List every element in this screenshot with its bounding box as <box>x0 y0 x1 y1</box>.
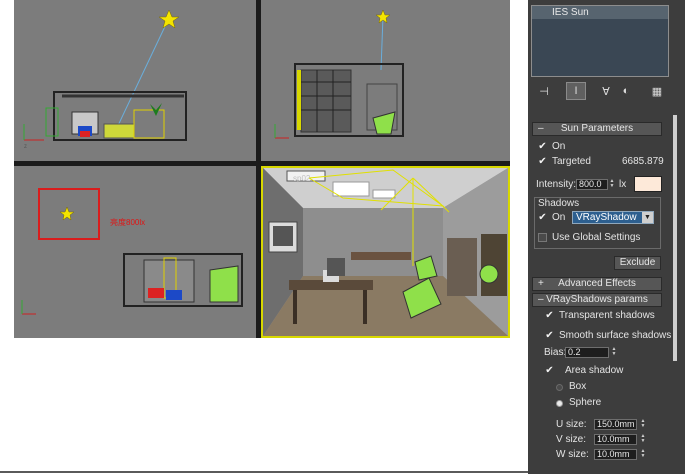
remove-modifier-icon[interactable]: ◐ <box>616 82 636 100</box>
viewport-left[interactable]: 亮度800lx <box>14 166 256 338</box>
viewport-area[interactable]: z 亮度800lx sp02 <box>14 0 510 338</box>
illuminance-annotation: 亮度800lx <box>110 218 146 227</box>
stack-toolbar: ⊣ I ∀ ◐ ▦ <box>532 82 668 102</box>
shadows-group-title: Shadows <box>538 198 580 209</box>
top-view-scene: z <box>23 9 187 150</box>
on-checkbox[interactable]: ✔ <box>538 142 547 152</box>
intensity-unit: lx <box>619 179 627 190</box>
command-panel: IES Sun ⊣ I ∀ ◐ ▦ – Sun Parameters ✔ On … <box>528 0 685 474</box>
perspective-render <box>263 168 508 336</box>
exclude-button[interactable]: Exclude <box>614 256 661 270</box>
intensity-input[interactable]: 800.0 <box>576 179 608 190</box>
u-size-spinner[interactable]: ▲ ▼ <box>640 419 646 430</box>
w-size-label: W size: <box>556 449 589 460</box>
panel-scrollbar[interactable] <box>673 115 677 361</box>
shadows-on-checkbox[interactable]: ✔ <box>538 213 547 223</box>
sun-light-icon <box>59 206 75 221</box>
area-shadow-label: Area shadow <box>565 365 624 376</box>
sun-parameters-rollout[interactable]: – Sun Parameters <box>532 122 662 136</box>
pin-stack-icon[interactable]: ⊣ <box>534 82 554 100</box>
target-distance: 6685.879 <box>622 156 664 167</box>
active-modifier-icon[interactable]: I <box>566 82 586 100</box>
rollout-title: Sun Parameters <box>560 123 634 134</box>
viewport-front[interactable] <box>261 0 510 161</box>
bias-input[interactable]: 0.2 <box>565 347 609 358</box>
viewport-perspective[interactable]: sp02 <box>261 166 510 338</box>
advanced-effects-rollout[interactable]: + Advanced Effects <box>532 277 662 291</box>
transparent-shadows-checkbox[interactable]: ✔ <box>545 311 554 321</box>
on-label: On <box>552 141 566 152</box>
box-label: Box <box>569 381 587 392</box>
chevron-down-icon[interactable]: ▼ <box>642 212 653 223</box>
w-size-spinner[interactable]: ▲ ▼ <box>640 449 646 460</box>
make-unique-icon[interactable]: ∀ <box>596 82 616 100</box>
sun-light-icon <box>158 9 180 29</box>
vrayshadows-params-rollout[interactable]: – VRayShadows params <box>532 293 662 307</box>
use-global-settings-label: Use Global Settings <box>552 232 641 243</box>
sphere-label: Sphere <box>569 397 602 408</box>
perspective-label: sp02 <box>293 174 311 183</box>
left-view-scene <box>21 188 243 315</box>
targeted-checkbox[interactable]: ✔ <box>538 157 547 167</box>
targeted-label: Targeted <box>552 156 591 167</box>
light-color-swatch[interactable] <box>634 176 662 192</box>
modifier-stack-list[interactable]: IES Sun <box>531 5 669 77</box>
intensity-label: Intensity: <box>536 179 577 190</box>
rollout-title: VRayShadows params <box>546 294 648 305</box>
u-size-label: U size: <box>556 419 587 430</box>
shadow-type-dropdown[interactable]: VRayShadow ▼ <box>572 211 654 224</box>
front-view-scene <box>274 9 404 139</box>
intensity-spinner[interactable]: ▲ ▼ <box>609 179 615 190</box>
divider-line <box>0 471 528 473</box>
w-size-input[interactable]: 10.0mm <box>594 449 637 460</box>
v-size-input[interactable]: 10.0mm <box>594 434 637 445</box>
v-size-label: V size: <box>556 434 587 445</box>
box-radio[interactable] <box>556 384 563 391</box>
smooth-surface-shadows-label: Smooth surface shadows <box>559 330 672 341</box>
area-shadow-checkbox[interactable]: ✔ <box>545 366 554 376</box>
viewport-top[interactable]: z <box>14 0 256 161</box>
shadows-on-label: On <box>552 212 566 223</box>
bias-spinner[interactable]: ▲ ▼ <box>611 347 617 358</box>
sphere-radio[interactable] <box>556 400 563 407</box>
v-size-spinner[interactable]: ▲ ▼ <box>640 434 646 445</box>
stack-item-ies-sun[interactable]: IES Sun <box>532 6 668 19</box>
u-size-input[interactable]: 150.0mm <box>594 419 637 430</box>
svg-text:z: z <box>24 144 27 150</box>
rollout-title: Advanced Effects <box>558 278 636 289</box>
bias-label: Bias: <box>544 347 567 358</box>
smooth-surface-shadows-checkbox[interactable]: ✔ <box>545 331 554 341</box>
transparent-shadows-label: Transparent shadows <box>559 310 655 321</box>
configure-sets-icon[interactable]: ▦ <box>647 82 667 100</box>
use-global-settings-checkbox[interactable] <box>538 233 547 242</box>
shadow-type-value: VRayShadow <box>576 212 637 223</box>
